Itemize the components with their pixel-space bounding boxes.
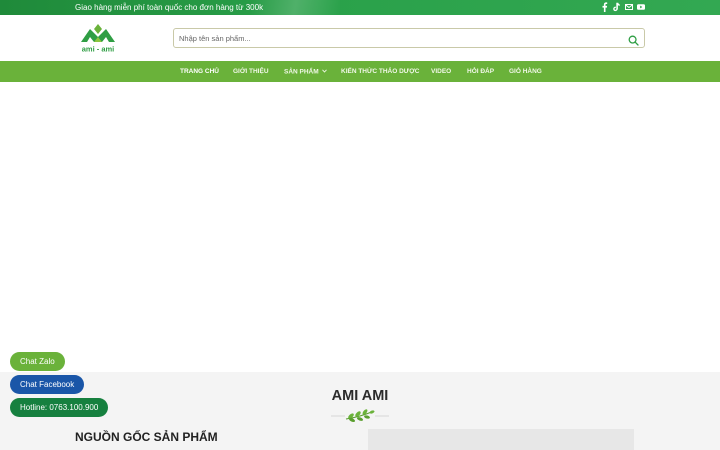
nav-item-cart[interactable]: GIỎ HÀNG bbox=[509, 68, 542, 76]
section-title: AMI AMI bbox=[331, 388, 389, 404]
search-box bbox=[173, 28, 645, 48]
section-image-placeholder bbox=[368, 429, 634, 450]
search-input[interactable] bbox=[179, 31, 619, 46]
nav-item-about[interactable]: GIỚI THIỆU bbox=[233, 68, 269, 76]
site-header: ami - ami bbox=[0, 15, 720, 61]
product-origin-heading: NGUỒN GỐC SẢN PHẨM bbox=[75, 430, 218, 444]
hotline-button[interactable]: Hotline: 0763.100.900 bbox=[10, 398, 109, 417]
svg-text:ami - ami: ami - ami bbox=[82, 45, 115, 54]
chevron-down-icon bbox=[322, 68, 328, 76]
leaf-divider-icon bbox=[331, 408, 389, 422]
ami-ami-logo[interactable]: ami - ami bbox=[78, 21, 118, 55]
facebook-icon[interactable] bbox=[601, 2, 608, 13]
nav-item-video[interactable]: VIDEO bbox=[431, 68, 451, 76]
hero-banner bbox=[0, 82, 720, 372]
nav-item-products-label: SẢN PHẨM bbox=[284, 68, 319, 76]
top-bar-shine bbox=[250, 0, 340, 15]
logo-wordmark: ami - ami bbox=[82, 45, 115, 54]
youtube-icon[interactable] bbox=[637, 2, 645, 12]
nav-item-products[interactable]: SẢN PHẨM bbox=[284, 68, 328, 77]
tiktok-icon[interactable] bbox=[613, 2, 620, 12]
email-icon[interactable] bbox=[625, 2, 633, 12]
social-links bbox=[601, 2, 645, 13]
chat-facebook-button[interactable]: Chat Facebook bbox=[10, 375, 85, 394]
nav-item-herbal-knowledge[interactable]: KIẾN THỨC THẢO DƯỢC bbox=[341, 68, 419, 76]
search-icon[interactable] bbox=[628, 33, 639, 46]
about-section: AMI AMI NGUỒN GỐC SẢN PHẨM bbox=[0, 372, 720, 450]
chat-zalo-button[interactable]: Chat Zalo bbox=[10, 352, 65, 371]
promo-text: Giao hàng miễn phí toàn quốc cho đơn hàn… bbox=[75, 3, 264, 12]
nav-item-home[interactable]: TRANG CHỦ bbox=[180, 68, 219, 76]
nav-item-faq[interactable]: HỎI ĐÁP bbox=[467, 68, 494, 76]
main-nav: TRANG CHỦ GIỚI THIỆU SẢN PHẨM KIẾN THỨC … bbox=[0, 61, 720, 82]
top-bar: Giao hàng miễn phí toàn quốc cho đơn hàn… bbox=[0, 0, 720, 15]
